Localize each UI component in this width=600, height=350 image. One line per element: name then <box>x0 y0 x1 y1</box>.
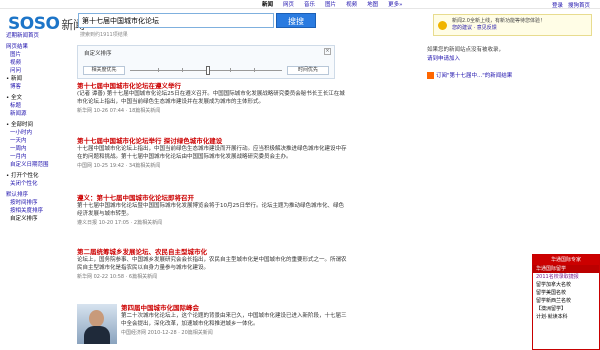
search-button[interactable]: 搜搜 <box>276 13 316 28</box>
result-title[interactable]: 第十七届中国城市化论坛在遵义举行 <box>77 82 347 90</box>
result-title[interactable]: 遵义：第十七届中国城市化论坛即将召开 <box>77 194 347 202</box>
logo-latin: SOSO <box>8 14 60 34</box>
sidebar-item-images[interactable]: 图片 <box>6 51 66 59</box>
result-thumbnail[interactable] <box>77 304 117 344</box>
notice-line1: 新闻2.0全新上线，有新功能等待您体验！ <box>452 18 545 24</box>
result-count: 搜索到约1911项结果 <box>80 32 128 38</box>
slider-tick <box>182 68 183 72</box>
ad-line[interactable]: 2011名校录取捷报 <box>533 273 599 281</box>
result-item: 第十七届中国城市化论坛举行 探讨绿色城市化建设 十七届中国城市化论坛上指出，中国… <box>77 137 347 169</box>
sidebar-item-wenwen[interactable]: 问问 <box>6 67 66 75</box>
slider-tick <box>254 68 255 72</box>
rss-label: 订阅"第十七届中..."的新闻结果 <box>436 73 513 79</box>
sidebar-item-sort-custom[interactable]: 自定义排序 <box>6 215 66 223</box>
ad-line[interactable]: 【澳洲留学】 <box>533 305 599 313</box>
result-meta[interactable]: 中国网 10-25 19:42 · 34篇相关新闻 <box>77 162 347 169</box>
result-title[interactable]: 第二届统筹城乡发展论坛、农民自主型城市化 <box>77 248 347 256</box>
rss-icon <box>427 72 434 79</box>
sidebar-home-link[interactable]: 近期新闻首页 <box>6 32 66 40</box>
login-link[interactable]: 登录 <box>552 1 563 9</box>
sidebar-item-personal-off[interactable]: 关闭个性化 <box>6 180 66 188</box>
sidebar-item-day[interactable]: 一天内 <box>6 137 66 145</box>
ad-header: 华通国际专家 <box>533 255 599 265</box>
sidebar-head-news[interactable]: • 新闻 <box>6 75 66 83</box>
sidebar-item-week[interactable]: 一周内 <box>6 145 66 153</box>
relevance-first-button[interactable]: 相关度优先 <box>83 66 125 75</box>
slider-tick <box>230 68 231 72</box>
sidebar: 近期新闻首页 网页结果 图片 视频 问问 • 新闻 博客 • 全文 标题 新闻源… <box>6 32 66 223</box>
submit-site-link[interactable]: 请到申请加入 <box>427 54 460 62</box>
result-snippet: 第二十次城市化论坛上，这个论题的背景由来已久，中国城市化建设已进入新阶段，十七届… <box>121 313 347 327</box>
sidebar-item-blog[interactable]: 博客 <box>6 83 66 91</box>
sidebar-item-month[interactable]: 一月内 <box>6 153 66 161</box>
ad-box[interactable]: 华通国际专家 华通国际留学 2011名校录取捷报 留学加拿大名校 留学美国名校 … <box>532 254 600 350</box>
result-title[interactable]: 第四届中国城市化国际峰会 <box>121 304 347 312</box>
search-input[interactable]: 第十七届中国城市化论坛 <box>78 13 274 28</box>
ad-line[interactable]: 计划·就读本科 <box>533 313 599 321</box>
result-meta[interactable]: 新华网 10-26 07:44 · 18篇相关新闻 <box>77 107 347 114</box>
sidebar-head-web[interactable]: 网页结果 <box>6 43 66 51</box>
sidebar-head-personal-on[interactable]: • 打开个性化 <box>6 172 66 180</box>
result-meta[interactable]: 中国经济网 2010-12-28 · 20篇相关新闻 <box>121 329 347 336</box>
result-meta[interactable]: 新华网 02-22 10:58 · 6篇相关新闻 <box>77 273 347 280</box>
result-item: 第二届统筹城乡发展论坛、农民自主型城市化 论坛上，国务院参事、中国城乡发展研究会… <box>77 248 347 280</box>
sidebar-head-default-sort[interactable]: 默认排序 <box>6 191 66 199</box>
result-snippet: 第十七届中国城市化论坛暨中国国际城市化发展博览会将于10月25日举行。论坛主题为… <box>77 203 345 217</box>
account-links: 登录 搜狗首页 <box>552 1 590 9</box>
sidebar-item-daterange[interactable]: 自定义日期范围 <box>6 161 66 169</box>
result-snippet: (记者 谭善) 第十七届中国城市化论坛25日在遵义召开。中国国际城市化发展战略研… <box>77 91 345 105</box>
panel-title: 自定义排序 <box>84 51 112 57</box>
sidebar-item-video[interactable]: 视频 <box>6 59 66 67</box>
sidebar-item-sort-time[interactable]: 按时间排序 <box>6 199 66 207</box>
rss-subscribe-link[interactable]: 订阅"第十七届中..."的新闻结果 <box>427 71 512 79</box>
result-item: 第十七届中国城市化论坛在遵义举行 (记者 谭善) 第十七届中国城市化论坛25日在… <box>77 82 347 114</box>
result-meta[interactable]: 遵义日报 10-20 17:05 · 2篇相关新闻 <box>77 219 347 226</box>
tab-music[interactable]: 音乐 <box>304 0 315 8</box>
sidebar-head-fulltext[interactable]: • 全文 <box>6 94 66 102</box>
sidebar-item-source[interactable]: 新闻源 <box>6 110 66 118</box>
ad-line[interactable]: 留学美国名校 <box>533 289 599 297</box>
tab-video[interactable]: 视频 <box>346 0 357 8</box>
sort-slider-handle[interactable] <box>206 66 210 75</box>
notice-line2[interactable]: 您的建议 · 意见反馈 <box>452 25 588 32</box>
result-item: 遵义：第十七届中国城市化论坛即将召开 第十七届中国城市化论坛暨中国国际城市化发展… <box>77 194 347 226</box>
notice-box: 新闻2.0全新上线，有新功能等待您体验！ 您的建议 · 意见反馈 <box>433 14 592 36</box>
sidebar-head-alltime[interactable]: • 全部时间 <box>6 121 66 129</box>
submit-site-text: 如果您的新闻站点没有被收录， <box>427 47 505 53</box>
bell-icon <box>438 21 447 30</box>
time-first-button[interactable]: 时间优先 <box>287 66 329 75</box>
tab-more[interactable]: 更多» <box>388 0 402 8</box>
result-title[interactable]: 第十七届中国城市化论坛举行 探讨绿色城市化建设 <box>77 137 347 145</box>
result-item: 第四届中国城市化国际峰会 第二十次城市化论坛上，这个论题的背景由来已久，中国城市… <box>121 304 347 336</box>
soso-logo[interactable]: SOSO 新闻 <box>8 14 85 34</box>
tab-images[interactable]: 图片 <box>325 0 336 8</box>
sidebar-item-sort-relevance[interactable]: 按相关度排序 <box>6 207 66 215</box>
sidebar-item-hour[interactable]: 一小时内 <box>6 129 66 137</box>
top-bar: 新闻 网页 音乐 图片 视频 地图 更多» 登录 搜狗首页 <box>0 0 600 9</box>
sidebar-item-title[interactable]: 标题 <box>6 102 66 110</box>
result-snippet: 十七届中国城市化论坛上指出，中国当前绿色生态城市建设而开展行动。应当积极解决推进… <box>77 146 347 160</box>
tab-web[interactable]: 网页 <box>283 0 294 8</box>
slider-tick <box>158 68 159 72</box>
top-nav: 新闻 网页 音乐 图片 视频 地图 更多» <box>262 0 402 8</box>
ad-line[interactable]: 留学加拿大名校 <box>533 281 599 289</box>
tab-map[interactable]: 地图 <box>367 0 378 8</box>
custom-sort-panel: 自定义排序 × 相关度优先 时间优先 <box>77 45 335 79</box>
tab-news[interactable]: 新闻 <box>262 0 273 8</box>
ad-line[interactable]: 华通国际留学 <box>533 265 599 273</box>
ad-line[interactable]: 留学新西兰名校 <box>533 297 599 305</box>
result-snippet: 论坛上，国务院参事、中国城乡发展研究会会长指出，农民自主型城市化是中国城市化的重… <box>77 257 347 271</box>
close-icon[interactable]: × <box>324 48 331 55</box>
home-link[interactable]: 搜狗首页 <box>568 1 590 9</box>
